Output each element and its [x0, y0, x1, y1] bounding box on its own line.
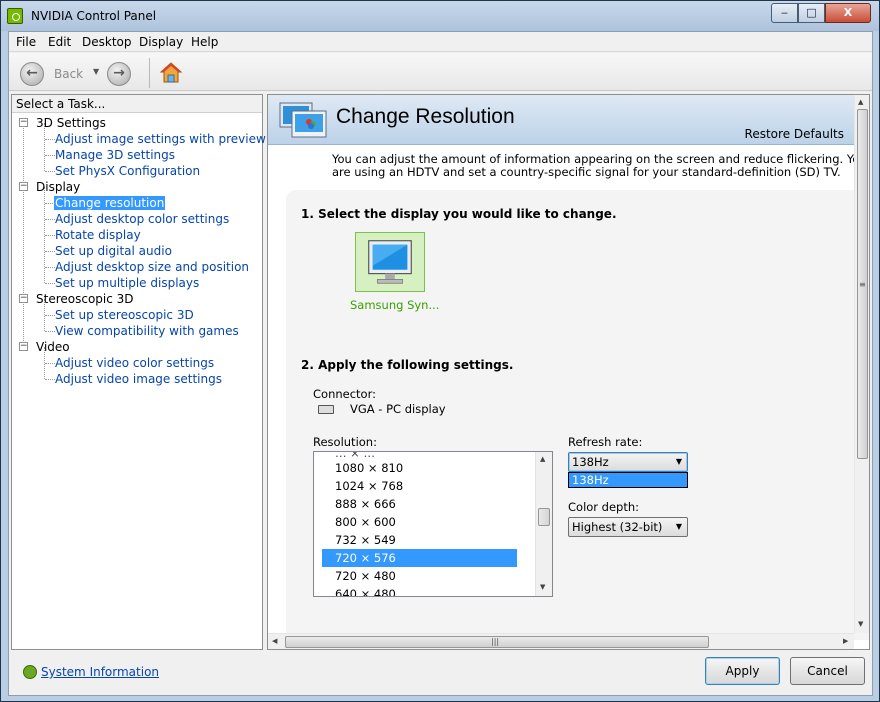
monitor-icon: [368, 240, 412, 284]
scrollbar-thumb[interactable]: [538, 508, 550, 526]
task-desktop-size-position[interactable]: Adjust desktop size and position: [54, 260, 250, 274]
refresh-rate-option[interactable]: 138Hz: [568, 472, 688, 488]
tree-line: [44, 123, 45, 171]
task-pane-header: Select a Task...: [12, 95, 262, 113]
menu-desktop[interactable]: Desktop: [82, 35, 132, 49]
system-information-link[interactable]: System Information: [41, 665, 159, 679]
nvidia-app-icon: [7, 8, 23, 24]
task-setup-stereoscopic[interactable]: Set up stereoscopic 3D: [54, 308, 195, 322]
category-label: Video: [36, 340, 70, 354]
grip-icon: ≡: [859, 280, 866, 289]
toolbar: ← Back ▼ →: [9, 53, 872, 91]
task-set-physx[interactable]: Set PhysX Configuration: [54, 164, 201, 178]
menu-file[interactable]: File: [16, 35, 36, 49]
collapse-icon[interactable]: −: [19, 118, 28, 127]
display-selector[interactable]: [355, 232, 425, 292]
list-item[interactable]: 1024 × 768: [322, 477, 517, 495]
content-pane: Change Resolution Restore Defaults You c…: [267, 94, 870, 650]
color-depth-dropdown[interactable]: Highest (32-bit) ▼: [568, 517, 688, 537]
scrollbar-thumb[interactable]: ≡: [857, 109, 868, 459]
refresh-rate-label: Refresh rate:: [568, 435, 643, 449]
resolution-label: Resolution:: [313, 435, 377, 449]
menu-bar: File Edit Desktop Display Help: [9, 32, 872, 52]
change-resolution-icon: [279, 102, 327, 138]
task-adjust-image-settings[interactable]: Adjust image settings with preview: [54, 132, 267, 146]
menu-display[interactable]: Display: [139, 35, 183, 49]
toolbar-separator: [149, 58, 150, 88]
collapse-icon[interactable]: −: [19, 182, 28, 191]
task-adjust-desktop-color[interactable]: Adjust desktop color settings: [54, 212, 230, 226]
menu-help[interactable]: Help: [191, 35, 218, 49]
collapse-icon[interactable]: −: [19, 294, 28, 303]
page-banner: Change Resolution Restore Defaults: [268, 95, 854, 145]
connector-label: Connector:: [313, 387, 376, 401]
resolution-scrollbar[interactable]: ▲ ▼: [535, 452, 552, 596]
task-video-image[interactable]: Adjust video image settings: [54, 372, 223, 386]
menu-edit[interactable]: Edit: [48, 35, 71, 49]
tree-line: [23, 123, 24, 347]
scroll-down-icon[interactable]: ▼: [858, 620, 863, 628]
task-video-color[interactable]: Adjust video color settings: [54, 356, 215, 370]
list-item-selected[interactable]: 720 × 576: [322, 549, 517, 567]
scroll-right-icon[interactable]: ▶: [843, 637, 848, 645]
task-manage-3d-settings[interactable]: Manage 3D settings: [54, 148, 176, 162]
list-item[interactable]: 720 × 480: [322, 567, 517, 585]
refresh-rate-value: 138Hz: [572, 455, 609, 469]
category-label: Stereoscopic 3D: [36, 292, 134, 306]
nvidia-control-panel-window: NVIDIA Control Panel ‒ □ X File Edit Des…: [0, 0, 880, 702]
task-pane: Select a Task... − 3D Settings Adjust im…: [11, 94, 266, 650]
task-rotate-display[interactable]: Rotate display: [54, 228, 142, 242]
task-multiple-displays[interactable]: Set up multiple displays: [54, 276, 200, 290]
description-line: are using an HDTV and set a country-spec…: [332, 165, 841, 179]
client-area: File Edit Desktop Display Help ← Back ▼ …: [8, 31, 873, 696]
chevron-down-icon: ▼: [675, 457, 682, 466]
display-name[interactable]: Samsung Syn...: [350, 298, 439, 312]
color-depth-label: Color depth:: [568, 500, 640, 514]
category-label: 3D Settings: [36, 116, 106, 130]
info-icon: [23, 665, 37, 679]
color-depth-value: Highest (32-bit): [572, 520, 663, 534]
scroll-up-icon[interactable]: ▲: [540, 455, 545, 463]
resolution-list[interactable]: … × … 1080 × 810 1024 × 768 888 × 666 80…: [313, 451, 553, 597]
scroll-up-icon[interactable]: ▲: [858, 98, 863, 106]
history-dropdown-icon[interactable]: ▼: [93, 67, 99, 76]
list-item[interactable]: 888 × 666: [322, 495, 517, 513]
scroll-left-icon[interactable]: ◀: [272, 637, 277, 645]
list-item[interactable]: 800 × 600: [322, 513, 517, 531]
restore-defaults-link[interactable]: Restore Defaults: [745, 127, 844, 141]
task-view-compatibility[interactable]: View compatibility with games: [54, 324, 240, 338]
window-title: NVIDIA Control Panel: [31, 9, 157, 23]
chevron-down-icon: ▼: [675, 522, 682, 531]
task-change-resolution[interactable]: Change resolution: [54, 196, 166, 210]
settings-panel: 1. Select the display you would like to …: [286, 190, 869, 640]
back-icon[interactable]: ←: [20, 62, 44, 86]
title-bar[interactable]: NVIDIA Control Panel ‒ □ X: [1, 1, 879, 31]
scrollbar-thumb[interactable]: |||: [285, 636, 709, 648]
list-item[interactable]: 732 × 549: [322, 531, 517, 549]
content-vertical-scrollbar[interactable]: ▲ ≡ ▼: [854, 95, 869, 633]
close-button[interactable]: X: [825, 3, 871, 23]
content-horizontal-scrollbar[interactable]: ◀ ||| ▶: [268, 633, 854, 649]
back-label[interactable]: Back: [54, 67, 83, 81]
forward-icon[interactable]: →: [107, 62, 131, 86]
cancel-button[interactable]: Cancel: [790, 657, 865, 685]
page-description: You can adjust the amount of information…: [332, 153, 869, 179]
page-title: Change Resolution: [336, 105, 515, 128]
refresh-rate-dropdown[interactable]: 138Hz ▼: [568, 452, 688, 472]
step2-heading: 2. Apply the following settings.: [301, 358, 514, 372]
task-digital-audio[interactable]: Set up digital audio: [54, 244, 173, 258]
maximize-button[interactable]: □: [798, 3, 825, 23]
category-label: Display: [36, 180, 81, 194]
home-icon[interactable]: [159, 61, 183, 85]
grip-icon: |||: [491, 637, 500, 646]
apply-button[interactable]: Apply: [705, 657, 780, 685]
list-item[interactable]: 640 × 480: [322, 585, 517, 596]
minimize-button[interactable]: ‒: [771, 3, 798, 23]
vga-connector-icon: [318, 405, 334, 414]
collapse-icon[interactable]: −: [19, 342, 28, 351]
connector-value: VGA - PC display: [350, 402, 446, 416]
list-item[interactable]: 1080 × 810: [322, 459, 517, 477]
step1-heading: 1. Select the display you would like to …: [301, 207, 617, 221]
scroll-down-icon[interactable]: ▼: [540, 583, 545, 591]
